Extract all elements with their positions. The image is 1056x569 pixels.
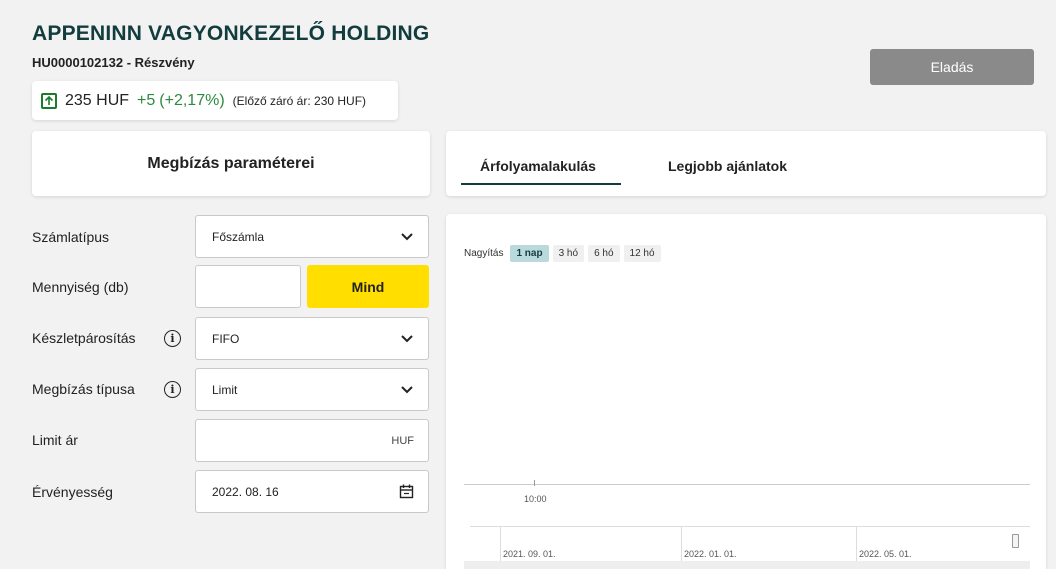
price-summary: 235 HUF +5 (+2,17%) (Előző záró ár: 230 … [32, 81, 398, 120]
tab-price-history[interactable]: Árfolyamalakulás [480, 158, 596, 174]
price-chart: Nagyítás 1 nap 3 hó 6 hó 12 hó 10:00 202… [446, 214, 1046, 569]
navigator-gridline [856, 526, 857, 566]
account-type-label: Számlatípus [32, 229, 110, 245]
zoom-label: Nagyítás [464, 248, 504, 259]
chevron-down-icon [401, 232, 413, 240]
info-icon[interactable]: i [164, 330, 181, 347]
navigator-top-line [470, 526, 1030, 527]
matching-select[interactable]: FIFO [195, 317, 429, 360]
arrow-up-icon [41, 92, 57, 109]
navigator-handle[interactable] [1012, 534, 1019, 548]
validity-date-input[interactable]: 2022. 08. 16 [195, 470, 429, 513]
currency-unit: HUF [391, 434, 414, 447]
tab-bar: Árfolyamalakulás Legjobb ajánlatok [446, 131, 1046, 196]
order-type-label: Megbízás típusa [32, 381, 135, 397]
navigator-gridline [681, 526, 682, 566]
price-change-percent: (+2,17%) [159, 91, 225, 109]
quantity-label: Mennyiség (db) [32, 279, 129, 295]
matching-label: Készletpárosítás [32, 330, 136, 346]
navigator-gridline [500, 526, 501, 566]
validity-value: 2022. 08. 16 [212, 484, 279, 499]
sell-button[interactable]: Eladás [870, 49, 1034, 85]
zoom-3-month-button[interactable]: 3 hó [552, 245, 585, 262]
security-subtitle: HU0000102132 - Részvény [32, 55, 195, 70]
account-type-select[interactable]: Főszámla [195, 215, 429, 258]
current-price: 235 HUF [65, 91, 130, 109]
all-quantity-button[interactable]: Mind [307, 265, 429, 308]
x-axis-tick-label: 10:00 [524, 494, 547, 504]
order-type-select[interactable]: Limit [195, 368, 429, 411]
chevron-down-icon [401, 385, 413, 393]
x-axis [464, 484, 1030, 485]
zoom-1-day-button[interactable]: 1 nap [510, 245, 549, 262]
quantity-input[interactable] [195, 265, 301, 308]
navigator-date-label: 2022. 01. 01. [684, 549, 737, 559]
x-axis-tick [534, 480, 535, 486]
validity-label: Érvényesség [32, 484, 113, 500]
page-title: APPENINN VAGYONKEZELŐ HOLDING [32, 22, 430, 45]
order-type-value: Limit [212, 382, 238, 397]
matching-value: FIFO [212, 331, 240, 346]
tab-best-offers[interactable]: Legjobb ajánlatok [668, 158, 787, 174]
active-tab-indicator [461, 183, 621, 185]
zoom-12-month-button[interactable]: 12 hó [623, 245, 661, 262]
chevron-down-icon [401, 334, 413, 342]
zoom-6-month-button[interactable]: 6 hó [588, 245, 620, 262]
info-icon[interactable]: i [164, 381, 181, 398]
price-change: +5 [137, 91, 156, 109]
navigator-date-label: 2021. 09. 01. [503, 549, 556, 559]
previous-close: (Előző záró ár: 230 HUF) [232, 93, 367, 108]
limit-price-input[interactable]: HUF [195, 419, 429, 462]
navigator-scrollbar[interactable] [464, 561, 1030, 569]
account-type-value: Főszámla [212, 229, 265, 244]
calendar-icon[interactable] [399, 484, 414, 499]
navigator-date-label: 2022. 05. 01. [859, 549, 912, 559]
order-params-heading: Megbízás paraméterei [32, 131, 430, 196]
zoom-controls: Nagyítás 1 nap 3 hó 6 hó 12 hó [464, 245, 661, 262]
limit-price-label: Limit ár [32, 432, 78, 448]
